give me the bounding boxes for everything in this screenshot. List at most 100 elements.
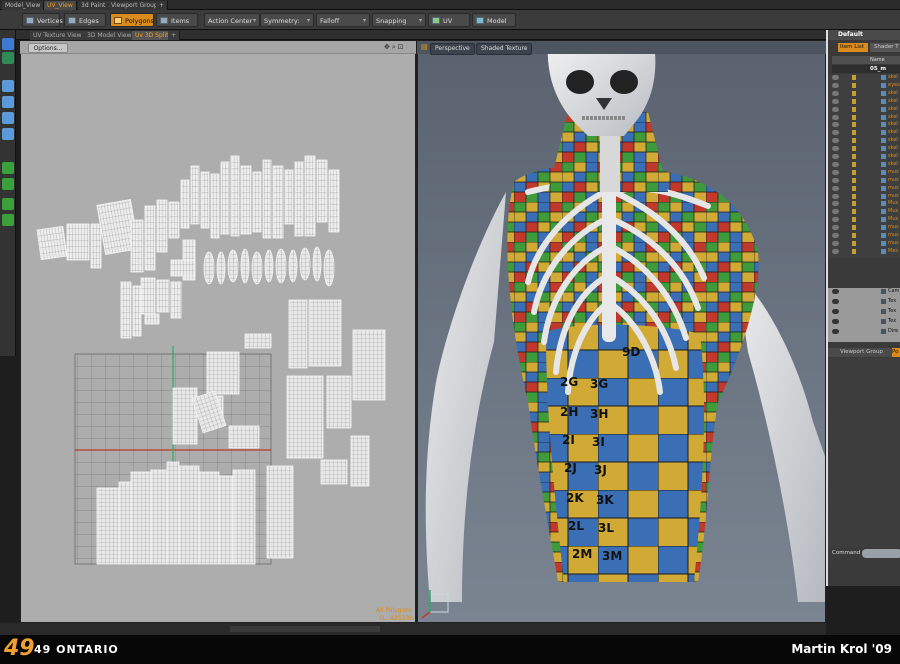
tab-3d-paint[interactable]: 3d Paint xyxy=(78,1,110,10)
item-list-row[interactable]: eyes xyxy=(828,82,900,90)
item-lock-icon[interactable] xyxy=(852,130,856,136)
arrow-left-icon[interactable] xyxy=(2,198,14,210)
visibility-eye-icon[interactable] xyxy=(832,289,839,294)
visibility-eye-icon[interactable] xyxy=(832,201,839,207)
anatomy-model-render[interactable]: 2G 3G 2H 3H 2I 3I 2J 3J 2K 3K 2L 3L 2M 3… xyxy=(418,42,826,623)
item-lock-icon[interactable] xyxy=(852,106,856,112)
item-list-row[interactable]: skel xyxy=(828,74,900,82)
item-lock-icon[interactable] xyxy=(852,169,856,175)
item-list-row[interactable]: skel xyxy=(828,161,900,169)
cone-primitive-icon[interactable] xyxy=(2,112,14,124)
visibility-eye-icon[interactable] xyxy=(832,106,839,112)
item-list-row[interactable]: skel xyxy=(828,114,900,122)
scene-item-row[interactable]: Tex xyxy=(828,308,900,316)
scene-item-row[interactable]: Tex xyxy=(828,298,900,306)
visibility-eye-icon[interactable] xyxy=(832,299,839,304)
tab-item-list[interactable]: Item List xyxy=(838,43,868,52)
visibility-eye-icon[interactable] xyxy=(832,233,839,238)
polygons-button[interactable]: Polygons xyxy=(110,13,154,27)
item-list-row[interactable]: skel xyxy=(828,129,900,137)
visibility-eye-icon[interactable] xyxy=(832,169,839,175)
item-list-row[interactable]: Mus xyxy=(828,200,900,208)
item-lock-icon[interactable] xyxy=(852,217,856,223)
viewport-menu-icon[interactable]: ▤ xyxy=(421,43,429,53)
item-list-row[interactable]: Mes xyxy=(828,248,900,256)
move-tool-icon[interactable] xyxy=(2,52,14,64)
uv-texture-viewport[interactable]: All Polygons SL: 825336 xyxy=(20,41,416,623)
item-lock-icon[interactable] xyxy=(852,193,856,199)
group-row[interactable]: 05_m xyxy=(832,65,900,73)
item-list-row[interactable]: mus xyxy=(828,169,900,177)
plane-primitive-icon[interactable] xyxy=(2,96,14,108)
visibility-eye-icon[interactable] xyxy=(832,138,839,144)
scene-item-row[interactable]: Cam xyxy=(828,288,900,296)
item-list-row[interactable]: skel xyxy=(828,145,900,153)
item-list-row[interactable]: skel xyxy=(828,98,900,106)
tab-po[interactable]: Po xyxy=(892,348,900,357)
add-layout-tab-button[interactable]: + xyxy=(168,31,181,40)
item-lock-icon[interactable] xyxy=(852,122,856,128)
perspective-3d-viewport[interactable]: 2G 3G 2H 3H 2I 3I 2J 3J 2K 3K 2L 3L 2M 3… xyxy=(417,41,826,623)
tab-uv-3d-split[interactable]: Uv 3D Split xyxy=(132,31,173,40)
item-list-row[interactable]: skel xyxy=(828,90,900,98)
vertices-button[interactable]: Vertices xyxy=(22,13,63,27)
item-lock-icon[interactable] xyxy=(852,161,856,167)
shading-dropdown[interactable]: Shaded Texture xyxy=(476,43,533,55)
item-lock-icon[interactable] xyxy=(852,82,856,88)
item-lock-icon[interactable] xyxy=(852,114,856,120)
item-list-row[interactable]: Mus xyxy=(828,208,900,216)
visibility-eye-icon[interactable] xyxy=(832,161,839,167)
uv-view-nav-icons[interactable]: ✥⌕⊡ xyxy=(384,43,412,53)
visibility-eye-icon[interactable] xyxy=(832,248,839,254)
sphere-primitive-icon[interactable] xyxy=(2,128,14,140)
visibility-eye-icon[interactable] xyxy=(832,90,839,96)
action-center-dropdown[interactable]: Action Center xyxy=(204,13,260,28)
tab-uv-view[interactable]: UV_View xyxy=(44,1,77,10)
tab-3d-model-view[interactable]: 3D Model View xyxy=(84,31,136,40)
item-list-row[interactable]: mus xyxy=(828,177,900,185)
item-list-row[interactable]: mus xyxy=(828,232,900,240)
timeline-track[interactable] xyxy=(230,626,380,632)
item-list-row[interactable]: skel xyxy=(828,153,900,161)
item-lock-icon[interactable] xyxy=(852,240,856,246)
tab-model-view[interactable]: Model_View xyxy=(2,1,45,10)
visibility-eye-icon[interactable] xyxy=(832,193,839,199)
visibility-eye-icon[interactable] xyxy=(832,319,839,324)
tab-shader-tree[interactable]: Shader T xyxy=(870,43,900,52)
command-input[interactable] xyxy=(862,549,900,558)
item-list-row[interactable]: Mus xyxy=(828,216,900,224)
falloff-dropdown[interactable]: Falloff xyxy=(316,13,370,28)
item-lock-icon[interactable] xyxy=(852,201,856,207)
uv-edit-button[interactable]: UV Edit xyxy=(428,13,470,39)
item-lock-icon[interactable] xyxy=(852,209,856,215)
scene-item-row[interactable]: Dire xyxy=(828,328,900,336)
visibility-eye-icon[interactable] xyxy=(832,177,839,183)
item-lock-icon[interactable] xyxy=(852,177,856,183)
visibility-eye-icon[interactable] xyxy=(832,209,839,215)
arrow-down-icon[interactable] xyxy=(2,178,14,190)
perspective-dropdown[interactable]: Perspective xyxy=(430,43,475,55)
visibility-eye-icon[interactable] xyxy=(832,146,839,152)
column-header-name[interactable]: Name xyxy=(832,56,900,64)
item-lock-icon[interactable] xyxy=(852,138,856,144)
model-button[interactable]: Model xyxy=(472,13,516,27)
snapping-dropdown[interactable]: Snapping xyxy=(372,13,426,28)
visibility-eye-icon[interactable] xyxy=(832,114,839,120)
transform-tool-icon[interactable] xyxy=(2,38,14,50)
item-lock-icon[interactable] xyxy=(852,248,856,254)
item-lock-icon[interactable] xyxy=(852,225,856,231)
uv-options-button[interactable]: Options... xyxy=(28,43,68,53)
item-lock-icon[interactable] xyxy=(852,146,856,152)
uv-canvas[interactable]: All Polygons SL: 825336 xyxy=(21,42,417,624)
visibility-eye-icon[interactable] xyxy=(832,309,839,314)
visibility-eye-icon[interactable] xyxy=(832,122,839,128)
visibility-eye-icon[interactable] xyxy=(832,82,839,88)
visibility-eye-icon[interactable] xyxy=(832,217,839,223)
arrow-up-icon[interactable] xyxy=(2,162,14,174)
item-list-row[interactable]: mus xyxy=(828,193,900,201)
item-lock-icon[interactable] xyxy=(852,233,856,238)
visibility-eye-icon[interactable] xyxy=(832,130,839,136)
item-lock-icon[interactable] xyxy=(852,98,856,104)
visibility-eye-icon[interactable] xyxy=(832,75,839,80)
item-list-row[interactable]: mus xyxy=(828,224,900,232)
